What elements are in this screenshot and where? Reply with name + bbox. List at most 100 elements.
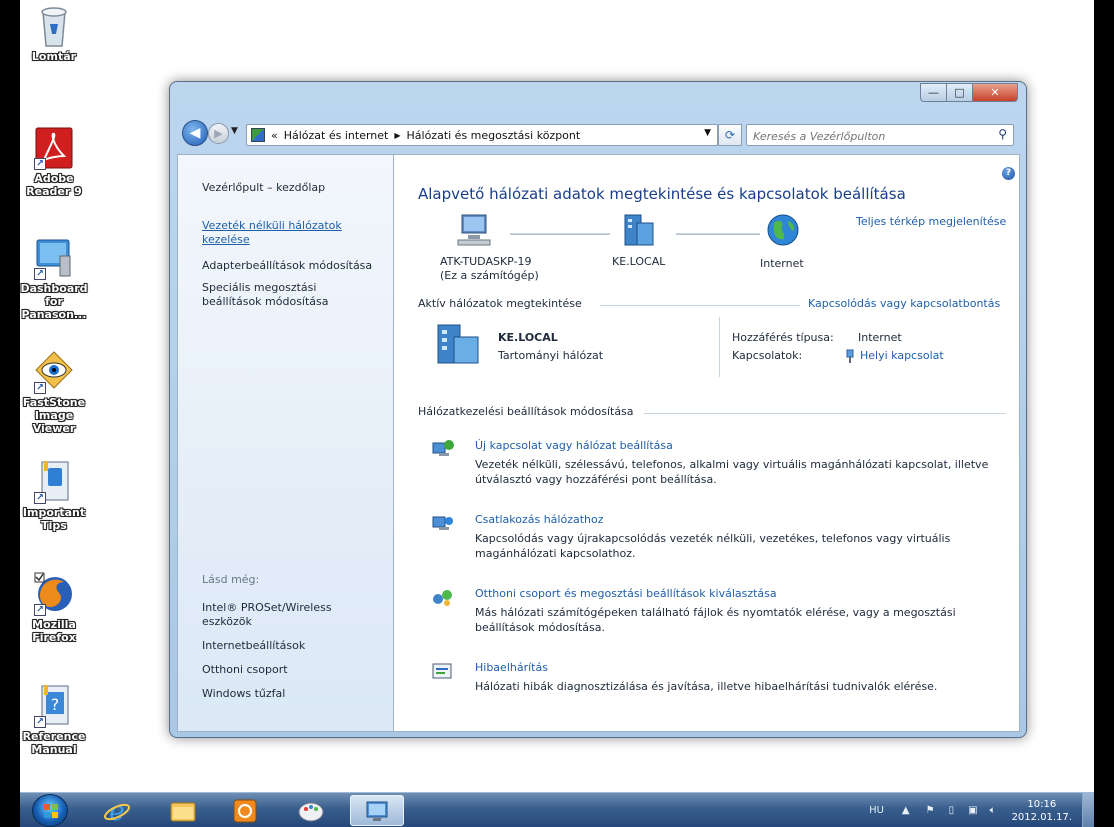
- refresh-button[interactable]: ⟳: [718, 124, 742, 146]
- active-network-name: KE.LOCAL: [498, 331, 558, 344]
- breadcrumb-network-internet[interactable]: Hálózat és internet: [284, 129, 389, 142]
- domain-network-large-icon: [432, 321, 484, 367]
- back-button[interactable]: ◀: [182, 120, 208, 146]
- network-tray-icon[interactable]: ▣: [968, 805, 977, 816]
- section-divider: [644, 413, 1006, 414]
- forward-button[interactable]: ▶: [208, 123, 229, 144]
- active-network-type: Tartományi hálózat: [498, 349, 604, 362]
- shortcut-arrow-icon: ↗: [34, 158, 46, 170]
- local-connection-link[interactable]: Helyi kapcsolat: [860, 349, 944, 362]
- desktop-icon-label: Dashboard for Panason...: [20, 282, 88, 321]
- recycle-bin-icon: [34, 4, 74, 48]
- task-link[interactable]: Új kapcsolat vagy hálózat beállítása: [475, 439, 673, 452]
- taskbar-control-panel-active[interactable]: [350, 795, 404, 826]
- homegroup-icon: [431, 587, 455, 607]
- taskbar-media-player[interactable]: [218, 795, 272, 826]
- desktop-icon-important-tips[interactable]: ↗ Important Tips: [20, 460, 92, 532]
- task-connect-to-network: Csatlakozás hálózathoz Kapcsolódás vagy …: [431, 513, 1001, 560]
- computer-name: ATK-TUDASKP-19: [440, 255, 532, 268]
- see-also-internet-options-link[interactable]: Internetbeállítások: [202, 639, 305, 653]
- see-also-intel-proset-link[interactable]: Intel® PROSet/Wireless eszközök: [202, 601, 352, 629]
- desktop-icon-reference-manual[interactable]: ? ↗ Reference Manual: [20, 684, 92, 756]
- desktop-icon-faststone[interactable]: ↗ FastStone Image Viewer: [20, 350, 92, 435]
- task-description: Vezeték nélküli, szélessávú, telefonos, …: [475, 458, 989, 486]
- see-also-heading: Lásd még:: [202, 573, 260, 586]
- address-dropdown-icon[interactable]: ▼: [704, 128, 711, 138]
- search-input[interactable]: [753, 126, 985, 147]
- internet-globe-icon[interactable]: [766, 213, 800, 247]
- desktop-icon-label: Mozilla Firefox: [32, 618, 76, 644]
- media-player-icon: [233, 799, 257, 822]
- breadcrumb-separator-icon[interactable]: ▶: [394, 131, 400, 140]
- close-button[interactable]: ✕: [973, 83, 1018, 102]
- clock[interactable]: 10:16 2012.01.17.: [1012, 798, 1072, 824]
- see-also-homegroup-link[interactable]: Otthoni csoport: [202, 663, 288, 677]
- language-indicator[interactable]: HU: [869, 805, 884, 816]
- start-button[interactable]: [32, 794, 68, 827]
- action-center-flag-icon[interactable]: ⚑: [926, 805, 935, 816]
- domain-network-icon[interactable]: [619, 211, 659, 249]
- desktop-icon-recycle-bin[interactable]: Lomtár: [20, 4, 92, 63]
- desktop-icon-adobe-reader[interactable]: ↗ Adobe Reader 9: [20, 126, 92, 198]
- clock-time: 10:16: [1027, 798, 1057, 810]
- taskbar-explorer[interactable]: [156, 795, 210, 826]
- shortcut-arrow-icon: ↗: [34, 716, 46, 728]
- advanced-sharing-settings-link[interactable]: Speciális megosztási beállítások módosít…: [202, 281, 352, 309]
- screen: Lomtár ↗ Adobe Reader 9 ↗ Dashboard for …: [0, 0, 1114, 827]
- see-also-windows-firewall-link[interactable]: Windows tűzfal: [202, 687, 285, 701]
- see-full-map-link[interactable]: Teljes térkép megjelenítése: [856, 215, 1006, 228]
- search-icon[interactable]: ⚲: [998, 127, 1007, 141]
- task-link[interactable]: Otthoni csoport és megosztási beállításo…: [475, 587, 777, 600]
- minimize-button[interactable]: —: [920, 83, 947, 102]
- network-monitor-icon: [366, 801, 388, 821]
- desktop-icon-label: Important Tips: [22, 506, 86, 532]
- system-tray: HU ▲ ⚑ ▯ ▣ 🔈︎ 10:16 2012.01.17.: [869, 793, 1094, 827]
- manage-wireless-networks-link[interactable]: Vezeték nélküli hálózatok kezelése: [202, 219, 372, 247]
- network-sharing-center-window: — □ ✕ ◀ ▶ ▼ « Hálózat és internet ▶ Háló…: [169, 81, 1027, 738]
- internet-explorer-icon: e: [104, 797, 130, 825]
- help-icon[interactable]: ?: [1002, 167, 1015, 180]
- section-divider: [600, 305, 800, 306]
- svg-text:e: e: [109, 797, 124, 825]
- change-adapter-settings-link[interactable]: Adapterbeállítások módosítása: [202, 259, 372, 273]
- desktop: Lomtár ↗ Adobe Reader 9 ↗ Dashboard for …: [20, 0, 1114, 792]
- computer-subtitle: (Ez a számítógép): [440, 269, 539, 282]
- task-link[interactable]: Hibaelhárítás: [475, 661, 548, 674]
- connect-disconnect-link[interactable]: Kapcsolódás vagy kapcsolatbontás: [808, 297, 1000, 310]
- access-type-value: Internet: [858, 331, 902, 344]
- taskbar-paint[interactable]: [284, 795, 338, 826]
- page-title: Alapvető hálózati adatok megtekintése és…: [418, 185, 906, 203]
- battery-icon[interactable]: ▯: [949, 805, 955, 816]
- main-content-pane: ? Alapvető hálózati adatok megtekintése …: [393, 154, 1020, 732]
- maximize-button[interactable]: □: [947, 83, 973, 102]
- show-desktop-button[interactable]: [1082, 793, 1094, 827]
- folder-icon: [170, 802, 196, 821]
- internet-label: Internet: [760, 257, 804, 270]
- active-networks-heading: Aktív hálózatok megtekintése: [418, 297, 582, 310]
- desktop-icon-firefox[interactable]: ↗ Mozilla Firefox: [20, 572, 92, 644]
- ethernet-connection-icon: [845, 348, 855, 363]
- connections-label: Kapcsolatok:: [732, 349, 803, 362]
- computer-icon[interactable]: [454, 213, 494, 247]
- show-hidden-icons-icon[interactable]: ▲: [902, 805, 910, 816]
- address-bar[interactable]: « Hálózat és internet ▶ Hálózati és mego…: [246, 124, 718, 146]
- task-homegroup-sharing: Otthoni csoport és megosztási beállításo…: [431, 587, 1001, 634]
- breadcrumb-overflow[interactable]: «: [271, 129, 278, 142]
- shortcut-arrow-icon: ↗: [34, 492, 46, 504]
- task-setup-new-connection: Új kapcsolat vagy hálózat beállítása Vez…: [431, 439, 1001, 486]
- faststone-eye-icon: ↗: [34, 350, 74, 394]
- control-panel-home-link[interactable]: Vezérlőpult – kezdőlap: [202, 181, 325, 195]
- volume-icon[interactable]: 🔈︎: [990, 805, 996, 816]
- task-link[interactable]: Csatlakozás hálózathoz: [475, 513, 604, 526]
- document-icon: ↗: [34, 460, 74, 504]
- search-box: ⚲: [746, 124, 1014, 147]
- task-description: Kapcsolódás vagy újrakapcsolódás vezeték…: [475, 532, 951, 560]
- screen-edge: [1094, 0, 1114, 827]
- desktop-icon-dashboard[interactable]: ↗ Dashboard for Panason...: [20, 236, 92, 321]
- taskbar-internet-explorer[interactable]: e: [90, 795, 144, 826]
- change-settings-heading: Hálózatkezelési beállítások módosítása: [418, 405, 634, 418]
- taskbar: e HU ▲ ⚑ ▯ ▣ 🔈︎ 10:16 2012.01.17.: [20, 792, 1094, 827]
- breadcrumb-network-sharing-center[interactable]: Hálózati és megosztási központ: [407, 129, 581, 142]
- control-panel-icon: [251, 128, 265, 142]
- recent-pages-dropdown[interactable]: ▼: [231, 126, 238, 136]
